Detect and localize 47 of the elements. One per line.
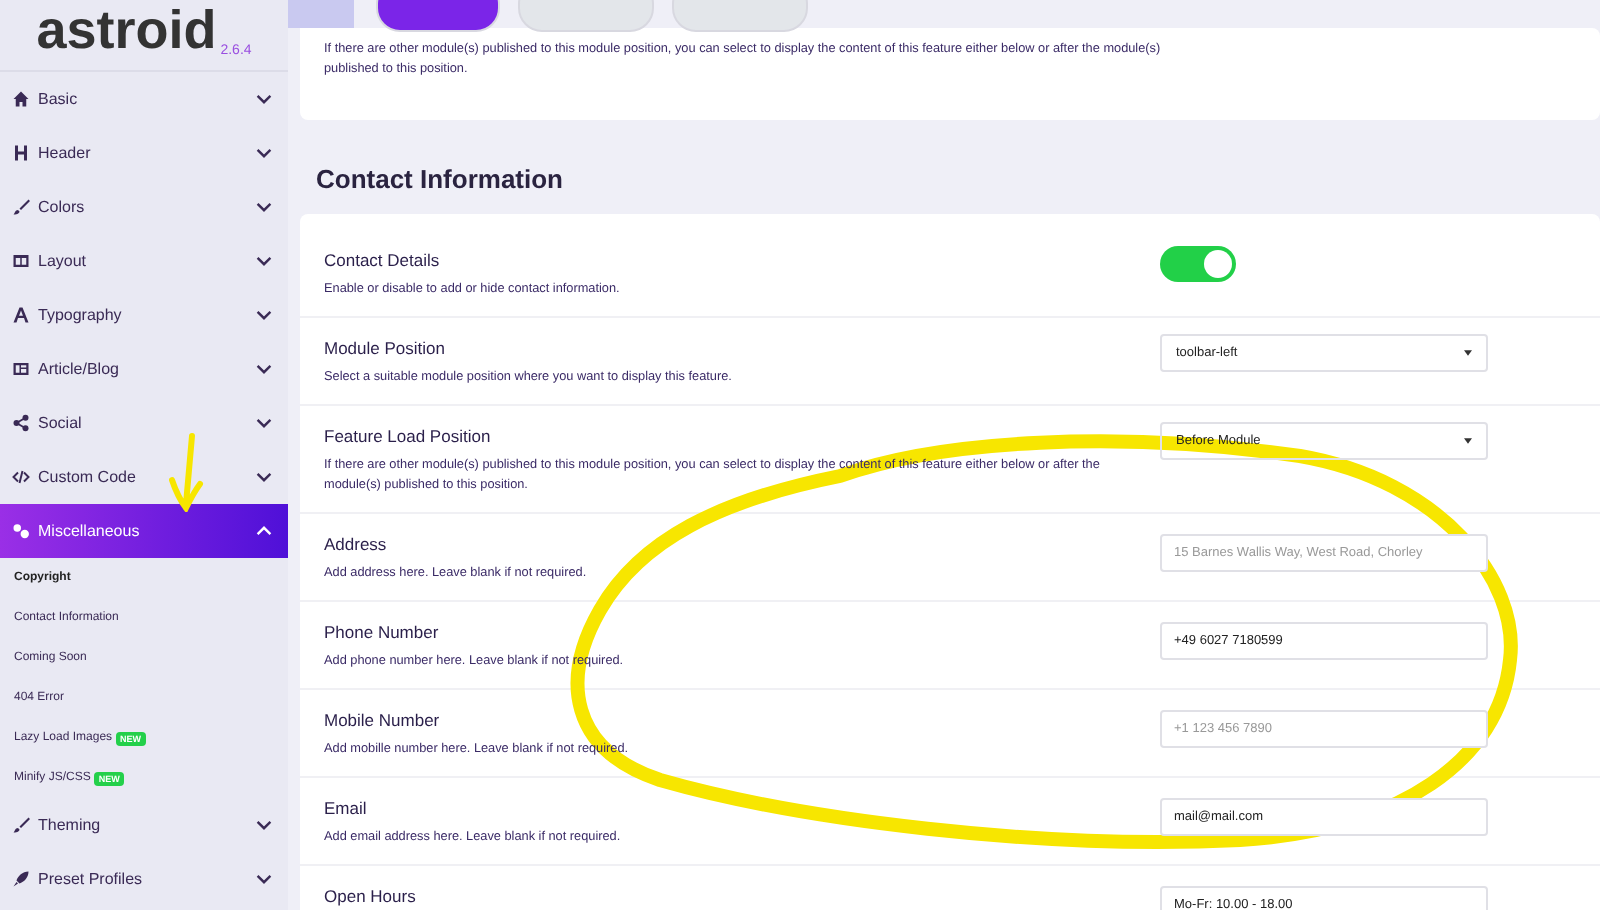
chevron-icon (256, 526, 272, 536)
field-label: Open Hours (324, 885, 418, 906)
chevron-icon (256, 148, 272, 158)
gears-icon (12, 522, 30, 540)
caret-icon (1464, 349, 1472, 356)
field-label: Email (324, 797, 369, 818)
chevron-icon (256, 874, 272, 884)
sidebar-item[interactable]: Typography (0, 288, 288, 342)
sidebar-item[interactable]: Article/Blog (0, 342, 288, 396)
field-label: Contact Details (324, 249, 442, 270)
arrow-annotation-icon (168, 432, 204, 512)
sidebar-item[interactable]: Custom Code (0, 450, 288, 504)
field-label: Feature Load Position (324, 425, 493, 446)
chevron-icon (256, 472, 272, 482)
chevron-icon (256, 256, 272, 266)
field-label: Module Position (324, 337, 447, 358)
sidebar-item[interactable]: Basic (0, 72, 288, 126)
a-letter-icon (12, 306, 30, 324)
chevron-icon (256, 364, 272, 374)
logo-text: astroid (36, 4, 217, 58)
chevron-icon (256, 820, 272, 830)
code-icon (12, 468, 30, 486)
sidebar-item[interactable]: Header (0, 126, 288, 180)
caret-icon (1464, 437, 1472, 444)
toggle-switch[interactable] (1160, 245, 1236, 282)
brush-icon (12, 816, 30, 834)
field-label: Phone Number (324, 621, 441, 642)
grid-icon (12, 360, 30, 378)
sidebar-item[interactable]: Preset Profiles (0, 852, 288, 906)
chevron-icon (256, 310, 272, 320)
rocket-icon (12, 870, 30, 888)
columns-icon (12, 252, 30, 270)
brush-icon (12, 198, 30, 216)
section-title: Contact Information (316, 163, 565, 194)
sidebar-item[interactable]: Layout (0, 234, 288, 288)
sidebar-item[interactable]: Theming (0, 798, 288, 852)
share-icon (12, 414, 30, 432)
field-label: Address (324, 533, 389, 554)
chevron-icon (256, 418, 272, 428)
home-icon (12, 90, 30, 108)
sidebar-item[interactable]: Social (0, 396, 288, 450)
sidebar-item[interactable]: Miscellaneous (0, 504, 288, 558)
sidebar-item[interactable]: Colors (0, 180, 288, 234)
chevron-icon (256, 94, 272, 104)
field-label: Mobile Number (324, 709, 442, 730)
h-letter-icon (12, 144, 30, 162)
chevron-icon (256, 202, 272, 212)
